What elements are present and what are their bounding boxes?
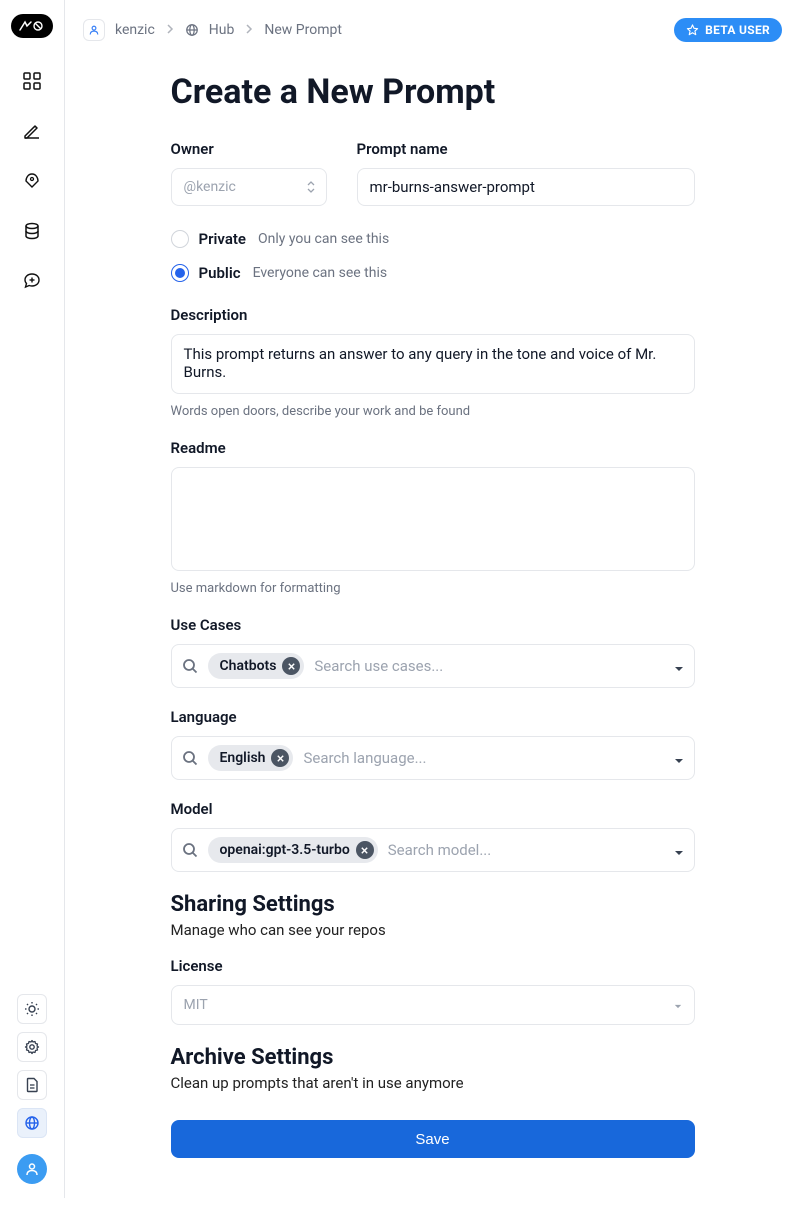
description-input[interactable]: This prompt returns an answer to any que… bbox=[171, 334, 695, 394]
topbar: kenzic Hub New Prompt BETA USER bbox=[83, 0, 782, 42]
sidebar bbox=[0, 0, 65, 1198]
chevron-right-icon bbox=[244, 22, 254, 38]
breadcrumb-user[interactable]: kenzic bbox=[115, 22, 155, 38]
sharing-title: Sharing Settings bbox=[171, 892, 695, 917]
nav-rocket-icon[interactable] bbox=[15, 164, 49, 198]
private-label: Private bbox=[199, 230, 247, 248]
public-label: Public bbox=[199, 264, 241, 282]
star-icon bbox=[686, 24, 699, 37]
logo[interactable] bbox=[11, 14, 53, 38]
usecases-input[interactable]: Chatbots bbox=[171, 644, 695, 688]
theme-toggle-icon[interactable] bbox=[17, 994, 47, 1024]
language-input[interactable]: English bbox=[171, 736, 695, 780]
docs-icon[interactable] bbox=[17, 1070, 47, 1100]
chip-remove-icon[interactable] bbox=[271, 749, 289, 767]
save-button[interactable]: Save bbox=[171, 1120, 695, 1158]
breadcrumb-user-icon bbox=[83, 19, 105, 41]
model-input[interactable]: openai:gpt-3.5-turbo bbox=[171, 828, 695, 872]
model-label: Model bbox=[171, 800, 695, 818]
nav-database-icon[interactable] bbox=[15, 214, 49, 248]
breadcrumb-current: New Prompt bbox=[264, 22, 342, 38]
readme-label: Readme bbox=[171, 439, 695, 457]
nav-chat-add-icon[interactable] bbox=[15, 264, 49, 298]
visibility-private-option[interactable]: Private Only you can see this bbox=[171, 230, 695, 248]
chip-remove-icon[interactable] bbox=[356, 841, 374, 859]
settings-icon[interactable] bbox=[17, 1032, 47, 1062]
usecases-label: Use Cases bbox=[171, 616, 695, 634]
radio-checked-icon bbox=[171, 264, 189, 282]
license-label: License bbox=[171, 957, 695, 975]
usecases-chip: Chatbots bbox=[208, 653, 305, 679]
search-icon bbox=[182, 750, 198, 766]
owner-label: Owner bbox=[171, 140, 327, 158]
public-hint: Everyone can see this bbox=[253, 265, 388, 281]
prompt-name-label: Prompt name bbox=[357, 140, 695, 158]
breadcrumb: kenzic Hub New Prompt bbox=[83, 19, 342, 41]
globe-icon[interactable] bbox=[17, 1108, 47, 1138]
model-chip: openai:gpt-3.5-turbo bbox=[208, 837, 378, 863]
readme-hint: Use markdown for formatting bbox=[171, 581, 695, 596]
archive-sub: Clean up prompts that aren't in use anym… bbox=[171, 1074, 695, 1092]
search-icon bbox=[182, 658, 198, 674]
dropdown-arrow-icon[interactable] bbox=[674, 749, 684, 768]
prompt-name-input[interactable] bbox=[357, 168, 695, 206]
nav-edit-icon[interactable] bbox=[15, 114, 49, 148]
private-hint: Only you can see this bbox=[258, 231, 389, 247]
page-title: Create a New Prompt bbox=[171, 72, 695, 112]
license-select[interactable]: MIT bbox=[171, 985, 695, 1025]
visibility-public-option[interactable]: Public Everyone can see this bbox=[171, 264, 695, 282]
updown-icon bbox=[306, 180, 316, 194]
user-avatar-icon[interactable] bbox=[17, 1154, 47, 1184]
usecases-search[interactable] bbox=[314, 657, 663, 675]
archive-title: Archive Settings bbox=[171, 1045, 695, 1070]
language-search[interactable] bbox=[303, 749, 663, 767]
sharing-sub: Manage who can see your repos bbox=[171, 921, 695, 939]
owner-select[interactable]: @kenzic bbox=[171, 168, 327, 206]
language-chip: English bbox=[208, 745, 294, 771]
description-label: Description bbox=[171, 306, 695, 324]
breadcrumb-globe-icon bbox=[185, 23, 199, 37]
chevron-right-icon bbox=[165, 22, 175, 38]
language-label: Language bbox=[171, 708, 695, 726]
dropdown-arrow-icon[interactable] bbox=[674, 657, 684, 676]
dropdown-arrow-icon[interactable] bbox=[674, 841, 684, 860]
beta-badge: BETA USER bbox=[674, 18, 782, 42]
radio-icon bbox=[171, 230, 189, 248]
nav-dashboard-icon[interactable] bbox=[15, 64, 49, 98]
chip-remove-icon[interactable] bbox=[282, 657, 300, 675]
model-search[interactable] bbox=[388, 841, 664, 859]
search-icon bbox=[182, 842, 198, 858]
readme-input[interactable] bbox=[171, 467, 695, 571]
description-hint: Words open doors, describe your work and… bbox=[171, 404, 695, 419]
dropdown-arrow-icon bbox=[674, 997, 682, 1013]
breadcrumb-hub[interactable]: Hub bbox=[209, 22, 235, 38]
